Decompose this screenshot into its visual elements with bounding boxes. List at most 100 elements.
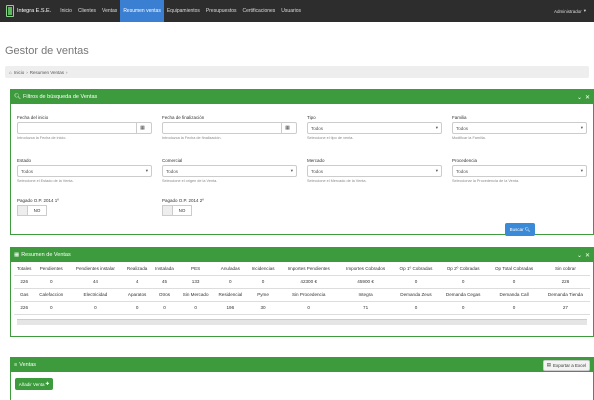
caret-down-icon: ▾ — [435, 168, 438, 173]
filters-panel: 🔍︎ Filtros de búsqueda de Ventas ⌄ ✕ Fec… — [10, 89, 594, 236]
table-cell: 71 — [338, 301, 393, 315]
fecha-fin-input[interactable]: ▦ — [162, 122, 297, 134]
table-cell: 196 — [213, 301, 247, 315]
table-cell: 0 — [34, 301, 69, 315]
column-header: Op Total Cobradas — [487, 262, 541, 276]
column-header: Incidencias — [246, 262, 280, 276]
brand[interactable]: Integra E.S.E. — [6, 0, 51, 22]
caret-down-icon: ▾ — [580, 168, 583, 173]
column-header: PES — [177, 262, 214, 276]
fecha-fin-help: Introduzca la Fecha de finalización. — [162, 136, 222, 140]
user-name: Administrador — [553, 8, 582, 14]
table-cell: 133 — [177, 275, 214, 289]
column-header: Instalada — [151, 262, 178, 276]
column-header: Op 2º Cobradas — [438, 262, 488, 276]
list-icon: ≡ — [14, 362, 18, 368]
comercial-label: Comercial — [162, 158, 183, 163]
table-cell: 226 — [14, 275, 35, 289]
table-cell: 0 — [438, 301, 488, 315]
caret-down-icon: ▾ — [290, 168, 293, 173]
mercado-label: Mercado — [307, 158, 325, 163]
table-cell: 0 — [213, 275, 247, 289]
estado-select[interactable]: Todos ▾ — [17, 165, 152, 177]
column-header: Otros — [151, 288, 178, 302]
estado-label: Estado — [17, 158, 32, 163]
summary-panel: ▦ Resumen de Ventas ⌄ ✕ Totales Pendiente… — [10, 247, 594, 337]
nav-item-certificaciones[interactable]: Certificaciones — [240, 0, 279, 22]
main-nav: Inicio Clientes Ventas Resumen ventas Equipa… — [57, 0, 304, 22]
column-header: Importes Cobrados — [338, 262, 393, 276]
tipo-group: Tipo Todos ▾ Seleccione el tipo de venta. — [307, 115, 442, 140]
procedencia-select[interactable]: Todos ▾ — [452, 165, 587, 177]
collapse-icon[interactable]: ⌄ — [577, 252, 582, 259]
table-cell: 0 — [122, 301, 152, 315]
column-header: Pendientes — [34, 262, 69, 276]
table-cell: 0 — [487, 301, 541, 315]
export-excel-button[interactable]: ▤ Exportar a Excel — [542, 359, 590, 371]
nav-item-usuarios[interactable]: Usuarios — [278, 0, 304, 22]
nav-item-resumen-ventas[interactable]: Resumen ventas — [120, 0, 164, 22]
column-header: Pyme — [246, 288, 280, 302]
fecha-inicio-input[interactable]: ▦ — [17, 122, 152, 134]
table-cell: 27 — [540, 301, 590, 315]
familia-select[interactable]: Todos ▾ — [452, 122, 587, 134]
add-venta-button[interactable]: Añadir Venta ✚ — [15, 378, 53, 390]
table-cell: 0 — [151, 301, 178, 315]
table-header-row: Totales Pendientes Pendientes instalar Real… — [14, 262, 590, 276]
close-icon[interactable]: ✕ — [585, 94, 590, 101]
nav-item-clientes[interactable]: Clientes — [75, 0, 99, 22]
search-icon: 🔍︎ — [14, 94, 21, 100]
brand-name: Integra E.S.E. — [17, 8, 52, 14]
caret-down-icon: ▾ — [580, 125, 583, 130]
column-header: Demanda Cegas — [438, 288, 488, 302]
collapse-icon[interactable]: ⌄ — [577, 94, 582, 101]
search-icon: 🔍︎ — [524, 226, 531, 232]
breadcrumb-current[interactable]: Resumen Ventas — [30, 70, 64, 75]
nav-item-presupuestos[interactable]: Presupuestos — [203, 0, 240, 22]
column-header: Pendientes instalar — [68, 262, 123, 276]
column-header: Importes Pendientes — [279, 262, 339, 276]
tipo-select[interactable]: Todos ▾ — [307, 122, 442, 134]
pagado1-label: Pagado O.P. 2014 1º — [17, 198, 59, 203]
breadcrumb-home[interactable]: Inicio — [14, 70, 25, 75]
top-navbar: Integra E.S.E. Inicio Clientes Ventas Resum… — [0, 0, 594, 22]
horizontal-scrollbar[interactable] — [17, 318, 587, 325]
close-icon[interactable]: ✕ — [585, 252, 590, 259]
column-header: Realizada — [122, 262, 152, 276]
column-header: Integra — [338, 288, 393, 302]
table-cell: 45900 € — [338, 275, 393, 289]
excel-icon: ▤ — [546, 362, 551, 367]
calendar-icon[interactable]: ▦ — [136, 123, 148, 133]
mercado-group: Mercado Todos ▾ Seleccione el Mercado de … — [307, 158, 442, 183]
table-cell: 44 — [68, 275, 123, 289]
table-cell: 30 — [246, 301, 280, 315]
calendar-icon[interactable]: ▦ — [281, 123, 293, 133]
pagado1-group: Pagado O.P. 2014 1º NO — [17, 198, 152, 216]
ventas-title: Ventas — [19, 362, 37, 368]
plus-icon: ✚ — [45, 381, 50, 386]
nav-item-ventas[interactable]: Ventas — [99, 0, 120, 22]
pagado1-toggle[interactable]: NO — [17, 205, 47, 216]
column-header: Gas — [14, 288, 35, 302]
fecha-inicio-group: Fecha del inicio ▦ Introduzca la Fecha d… — [17, 115, 152, 140]
nav-item-equipamientos[interactable]: Equipamientos — [164, 0, 203, 22]
home-icon: ⌂ — [9, 69, 12, 75]
nav-item-inicio[interactable]: Inicio — [57, 0, 75, 22]
table-cell: 0 — [392, 301, 439, 315]
breadcrumb-separator: › — [66, 69, 68, 75]
tipo-help: Seleccione el tipo de venta. — [307, 136, 354, 140]
pagado2-toggle[interactable]: NO — [162, 205, 192, 216]
column-header: Residencial — [213, 288, 247, 302]
procedencia-group: Procedencia Todos ▾ Seleccionar la Proced… — [452, 158, 587, 183]
comercial-group: Comercial Todos ▾ Seleccione el origen de… — [162, 158, 297, 183]
summary-table: Totales Pendientes Pendientes instalar Real… — [14, 262, 590, 315]
comercial-select[interactable]: Todos ▾ — [162, 165, 297, 177]
search-button[interactable]: Buscar 🔍︎ — [505, 223, 535, 236]
table-cell: 0 — [487, 275, 541, 289]
user-menu[interactable]: Administrador ▾ — [554, 0, 594, 22]
fecha-inicio-label: Fecha del inicio — [17, 115, 49, 120]
table-cell: 0 — [438, 275, 488, 289]
table-cell: 42300 € — [279, 275, 339, 289]
mercado-select[interactable]: Todos ▾ — [307, 165, 442, 177]
fecha-fin-label: Fecha de finalización — [162, 115, 205, 120]
